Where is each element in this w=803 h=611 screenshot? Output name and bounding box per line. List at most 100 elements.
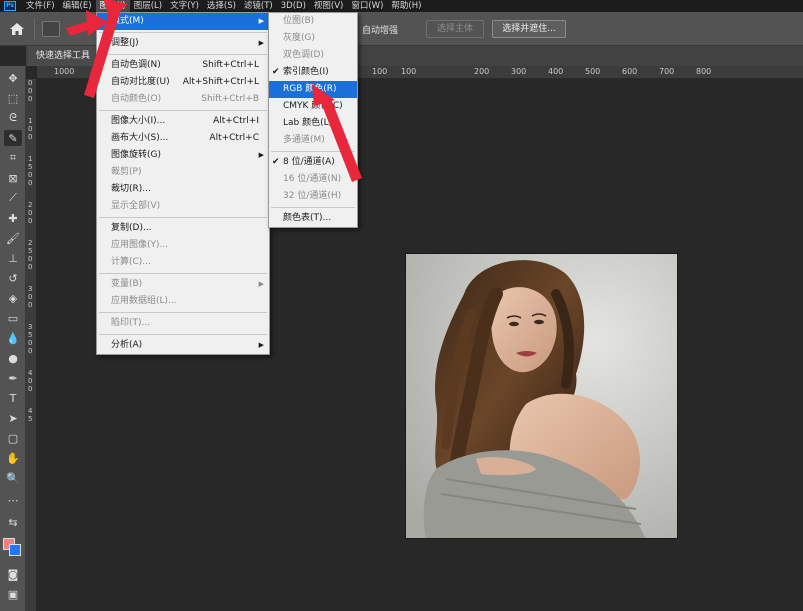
menu-3d[interactable]: 3D(D) xyxy=(277,0,310,12)
image-menu-item[interactable]: 复制(D)... xyxy=(97,220,269,237)
image-menu-item[interactable]: 自动对比度(U) Alt+Shift+Ctrl+L xyxy=(97,74,269,91)
ruler-label: 500 xyxy=(585,67,601,76)
clone-stamp-tool-icon[interactable]: ⊥ xyxy=(4,250,22,266)
mode-menu-item[interactable]: CMYK 颜色(C) xyxy=(269,98,357,115)
swap-colors-icon[interactable]: ⇆ xyxy=(4,514,22,530)
history-brush-tool-icon[interactable]: ↺ xyxy=(4,270,22,286)
select-and-mask-button[interactable]: 选择并遮住... xyxy=(492,20,566,38)
ruler-label: 0 xyxy=(28,171,33,179)
vertical-ruler: 0 0 0 1 0 0 1 5 0 0 2 0 0 2 5 0 0 3 0 0 … xyxy=(26,79,37,611)
image-menu-item[interactable]: 裁切(R)... xyxy=(97,181,269,198)
menu-help[interactable]: 帮助(H) xyxy=(387,0,425,12)
ruler-label: 0 xyxy=(28,87,33,95)
select-subject-button[interactable]: 选择主体 xyxy=(426,20,484,38)
menu-separator xyxy=(99,32,267,33)
image-menu-item[interactable]: 调整(J) ▶ xyxy=(97,35,269,52)
ruler-label: 0 xyxy=(28,339,33,347)
lasso-tool-icon[interactable]: ᘓ xyxy=(4,110,22,126)
dodge-tool-icon[interactable]: ● xyxy=(4,350,22,366)
image-menu-item[interactable]: 图像旋转(G) ▶ xyxy=(97,147,269,164)
path-selection-tool-icon[interactable]: ➤ xyxy=(4,410,22,426)
image-menu-item-label: 画布大小(S)... xyxy=(111,133,169,143)
ruler-label: 1 xyxy=(28,155,33,163)
screen-mode-icon[interactable]: ▣ xyxy=(4,586,22,602)
crop-tool-icon[interactable]: ⌗ xyxy=(4,150,22,166)
image-menu-item[interactable]: 分析(A) ▶ xyxy=(97,337,269,354)
image-menu-item-label: 裁剪(P) xyxy=(111,167,142,177)
eyedropper-tool-icon[interactable]: ⟋ xyxy=(4,190,22,206)
brush-tool-icon[interactable]: 🖌 xyxy=(4,230,22,246)
ruler-label: 5 xyxy=(28,331,33,339)
menu-separator xyxy=(99,54,267,55)
move-tool-icon[interactable]: ✥ xyxy=(4,70,22,86)
image-menu-item: 陷印(T)... xyxy=(97,315,269,332)
ruler-label: 0 xyxy=(28,95,33,103)
image-menu-item-label: 自动色调(N) xyxy=(111,60,161,70)
image-menu-item: 应用数据组(L)... xyxy=(97,293,269,310)
mode-menu-item[interactable]: ✔ 8 位/通道(A) xyxy=(269,154,357,171)
gradient-tool-icon[interactable]: ▭ xyxy=(4,310,22,326)
marquee-tool-icon[interactable]: ⬚ xyxy=(4,90,22,106)
background-color-swatch[interactable] xyxy=(9,544,21,556)
quick-selection-brush-icon[interactable] xyxy=(42,21,60,37)
canvas-image[interactable] xyxy=(405,253,678,539)
pen-tool-icon[interactable]: ✒ xyxy=(4,370,22,386)
menu-separator xyxy=(99,312,267,313)
ruler-label: 400 xyxy=(548,67,564,76)
ruler-label: 5 xyxy=(28,163,33,171)
submenu-arrow-icon: ▶ xyxy=(258,39,264,47)
mode-menu-item[interactable]: Lab 颜色(L) xyxy=(269,115,357,132)
healing-brush-tool-icon[interactable]: ✚ xyxy=(4,210,22,226)
home-icon[interactable] xyxy=(9,22,25,36)
menu-layer[interactable]: 图层(L) xyxy=(130,0,166,12)
ruler-label: 200 xyxy=(474,67,490,76)
quick-mask-icon[interactable]: ◙ xyxy=(4,566,22,582)
image-menu-item-label: 自动颜色(O) xyxy=(111,94,162,104)
menu-edit[interactable]: 编辑(E) xyxy=(59,0,96,12)
image-menu-item: 变量(B) ▶ xyxy=(97,276,269,293)
type-tool-icon[interactable]: T xyxy=(4,390,22,406)
mode-menu-item-label: 多通道(M) xyxy=(283,135,325,145)
mode-menu-item: 双色调(D) xyxy=(269,47,357,64)
mode-menu-item[interactable]: 颜色表(T)... xyxy=(269,210,357,227)
menu-view[interactable]: 视图(V) xyxy=(310,0,347,12)
zoom-tool-icon[interactable]: 🔍 xyxy=(4,470,22,486)
more-tools-icon[interactable]: ⋯ xyxy=(4,492,22,508)
image-menu-item-label: 模式(M) xyxy=(111,16,144,26)
image-menu-item[interactable]: 模式(M) ▶ xyxy=(97,13,269,30)
menu-filter[interactable]: 滤镜(T) xyxy=(240,0,277,12)
shortcut-label: Shift+Ctrl+B xyxy=(201,94,259,104)
mode-menu-item[interactable]: RGB 颜色(R) xyxy=(269,81,357,98)
menu-image[interactable]: 图像(I) xyxy=(95,0,130,12)
image-menu-item-label: 陷印(T)... xyxy=(111,318,151,328)
document-tab[interactable]: 快速选择工具 xyxy=(28,46,99,66)
ruler-label: 5 xyxy=(28,415,33,423)
ruler-label: 600 xyxy=(622,67,638,76)
rectangle-tool-icon[interactable]: ▢ xyxy=(4,430,22,446)
image-menu-item[interactable]: 自动色调(N) Shift+Ctrl+L xyxy=(97,57,269,74)
frame-tool-icon[interactable]: ⊠ xyxy=(4,170,22,186)
menu-type[interactable]: 文字(Y) xyxy=(166,0,203,12)
ruler-label: 0 xyxy=(28,263,33,271)
auto-enhance-checkbox-label[interactable]: 自动增强 xyxy=(362,23,398,36)
ruler-label: 5 xyxy=(28,247,33,255)
quick-selection-tool-icon[interactable]: ✎ xyxy=(4,130,22,146)
image-menu-item-label: 分析(A) xyxy=(111,340,143,350)
ruler-label: 0 xyxy=(28,179,33,187)
image-menu-item[interactable]: 图像大小(I)... Alt+Ctrl+I xyxy=(97,113,269,130)
mode-menu-item-label: 灰度(G) xyxy=(283,33,315,43)
menu-window[interactable]: 窗口(W) xyxy=(347,0,387,12)
blur-tool-icon[interactable]: 💧 xyxy=(4,330,22,346)
image-menu-item: 裁剪(P) xyxy=(97,164,269,181)
mode-menu-item[interactable]: ✔ 索引颜色(I) xyxy=(269,64,357,81)
mode-menu-item: 位图(B) xyxy=(269,13,357,30)
mode-menu-item: 32 位/通道(H) xyxy=(269,188,357,205)
ruler-label: 3 xyxy=(28,323,33,331)
hand-tool-icon[interactable]: ✋ xyxy=(4,450,22,466)
checkmark-icon: ✔ xyxy=(272,67,280,77)
ruler-label: 0 xyxy=(28,301,33,309)
eraser-tool-icon[interactable]: ◈ xyxy=(4,290,22,306)
image-menu-item[interactable]: 画布大小(S)... Alt+Ctrl+C xyxy=(97,130,269,147)
menu-select[interactable]: 选择(S) xyxy=(203,0,240,12)
menu-file[interactable]: 文件(F) xyxy=(22,0,59,12)
